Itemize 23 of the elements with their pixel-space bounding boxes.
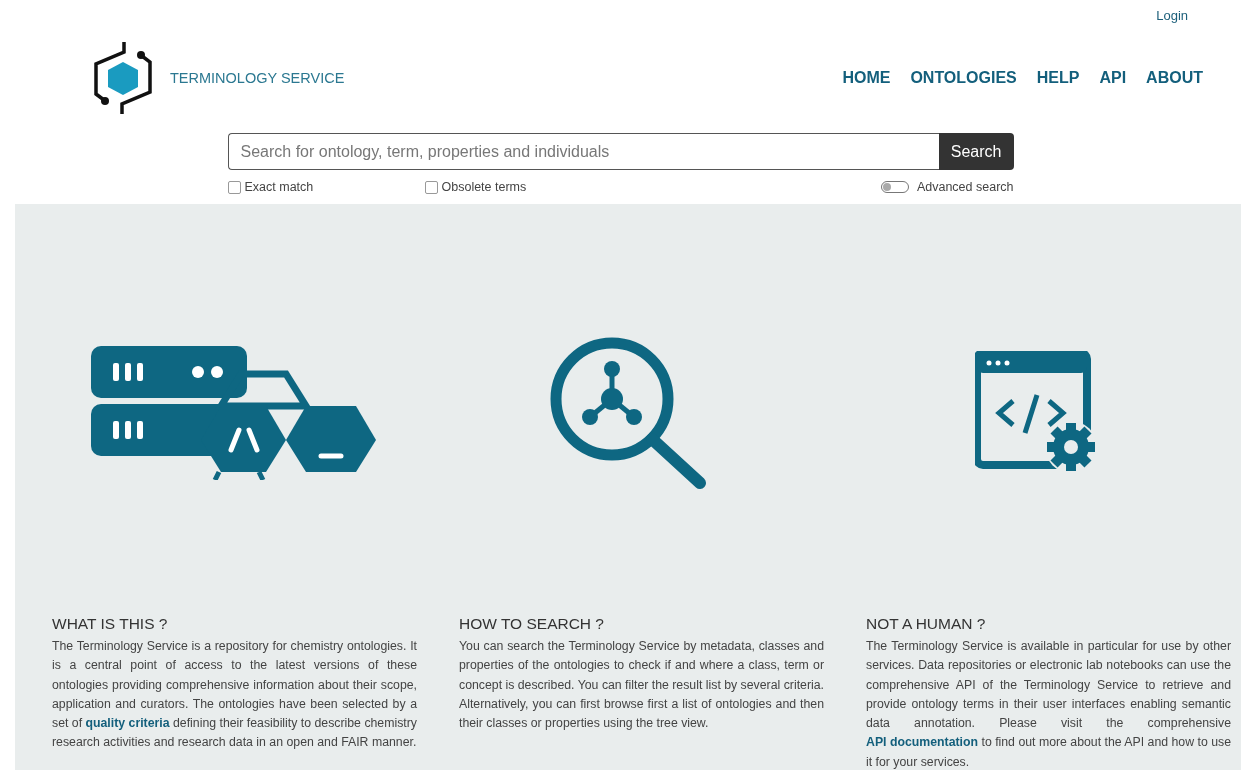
text-link[interactable]: quality criteria — [85, 716, 170, 731]
login-link[interactable]: Login — [1156, 8, 1188, 26]
nav-link[interactable]: HOME — [842, 69, 891, 87]
section-text: The Terminology Service is available in particular for use by other services. Data repositories or electronic lab notebooks can use the comprehensive API of the Terminology Service to retrieve and provide ontology terms in their user interfaces enabling semantic data annotation. Please visit the comprehensive API documentation to find out more about the API and how to use it for your services. — [866, 638, 1231, 771]
section-heading: HOW TO SEARCH ? — [459, 615, 605, 633]
checkbox-label: Obsolete terms — [441, 180, 527, 194]
nav-link[interactable]: API — [1099, 69, 1127, 87]
search-icon — [550, 336, 706, 489]
section-heading: WHAT IS THIS ? — [52, 615, 169, 633]
checkbox[interactable] — [227, 180, 241, 194]
text-link[interactable]: API documentation — [866, 735, 979, 750]
nav-link[interactable]: ABOUT — [1146, 69, 1203, 87]
checkbox-label: Exact match — [244, 180, 314, 194]
section-heading: NOT A HUMAN ? — [866, 615, 987, 633]
section-text: You can search the Terminology Service by metadata, classes and properties of the ontologies to check if and where a class, term or concept is described. You can filter the result list by several criteria. Alternatively, you can first browse first a list of ontologies and then their classes or properties using the tree view. — [459, 638, 824, 733]
nav-link[interactable]: ONTOLOGIES — [910, 69, 1017, 87]
nav-link[interactable]: HELP — [1036, 69, 1080, 87]
site-title[interactable]: TERMINOLOGY SERVICE — [170, 70, 345, 86]
search-button[interactable]: Search — [938, 133, 1014, 170]
search-field[interactable]: Search for ontology, term, properties and individuals — [227, 133, 939, 170]
section-text: The Terminology Service is a repository for chemistry ontologies. It is a central point of access to the latest versions of these ontologies providing comprehensive information about their scope, application and curators. The ontologies have been selected by a set of quality criteria defining their feasibility to describe chemistry research activities and research data in an open and FAIR manner. — [52, 638, 417, 752]
checkbox[interactable] — [424, 180, 438, 194]
toggle-label: Advanced search — [916, 180, 1014, 194]
